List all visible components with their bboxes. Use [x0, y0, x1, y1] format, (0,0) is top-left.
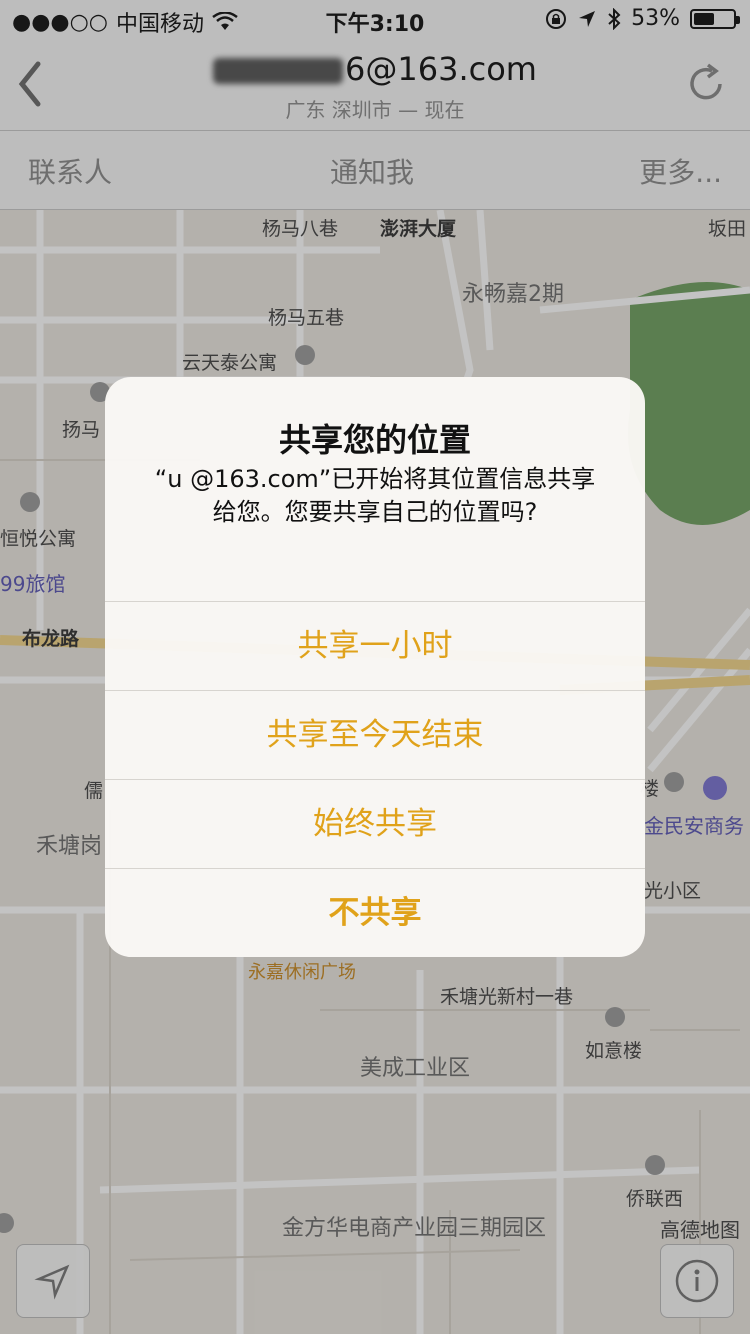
share-always-button[interactable]: 始终共享 — [105, 779, 645, 868]
alert-title: 共享您的位置 — [278, 421, 471, 459]
share-one-hour-button[interactable]: 共享一小时 — [105, 601, 645, 690]
share-until-end-of-day-button[interactable]: 共享至今天结束 — [105, 690, 645, 779]
app-screen: 杨马八巷 澎湃大厦 坂田 永畅嘉2期 杨马五巷 云天泰公寓 扬马 恒悦公寓 99… — [0, 0, 750, 1334]
dont-share-button[interactable]: 不共享 — [105, 868, 645, 957]
share-location-alert: 共享您的位置 “u @163.com”已开始将其位置信息共享给您。您要共享自己的… — [105, 377, 645, 957]
alert-message: “u @163.com”已开始将其位置信息共享给您。您要共享自己的位置吗? — [154, 465, 596, 526]
